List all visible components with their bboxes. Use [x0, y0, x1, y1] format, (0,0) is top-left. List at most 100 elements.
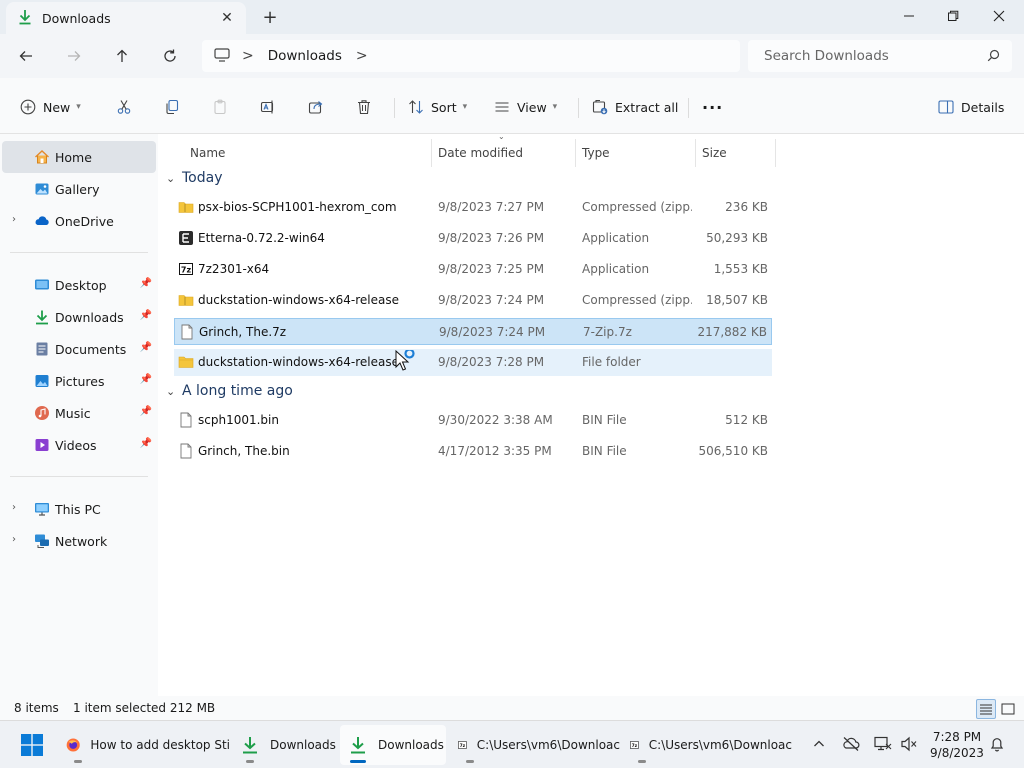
sidebar-item-this-pc[interactable]: › This PC — [2, 493, 156, 525]
group-header-today[interactable]: ⌄ Today — [166, 166, 223, 190]
column-header-type[interactable]: Type — [576, 139, 696, 167]
title-bar: Downloads ✕ + — [0, 0, 1024, 34]
etterna-app-icon — [178, 230, 194, 246]
sidebar-item-gallery[interactable]: Gallery — [2, 173, 156, 205]
new-tab-button[interactable]: + — [258, 6, 282, 28]
speaker-muted-icon — [901, 736, 917, 752]
pin-icon[interactable]: 📌 — [140, 278, 152, 289]
more-options-button[interactable]: ··· — [702, 94, 723, 120]
details-pane-button[interactable]: Details — [938, 94, 1004, 120]
chevron-right-icon[interactable]: › — [12, 534, 16, 545]
file-row[interactable]: Grinch, The.bin 4/17/2012 3:35 PM BIN Fi… — [174, 438, 772, 465]
sidebar-item-home[interactable]: Home — [2, 141, 156, 173]
file-size: 236 KB — [725, 200, 768, 214]
pin-icon[interactable]: 📌 — [140, 406, 152, 417]
forward-button[interactable] — [58, 42, 90, 70]
share-button[interactable] — [308, 94, 324, 120]
file-row[interactable]: 7z 7z2301-x64 9/8/2023 7:25 PM Applicati… — [174, 256, 772, 283]
sidebar-item-downloads[interactable]: Downloads 📌 — [2, 301, 156, 333]
details-pane-icon — [938, 100, 954, 114]
taskbar-7zip-2[interactable]: 7z C:\Users\vm6\Downloac — [624, 725, 792, 765]
file-name: Etterna-0.72.2-win64 — [198, 231, 325, 245]
file-row-selected[interactable]: Grinch, The.7z 9/8/2023 7:24 PM 7-Zip.7z… — [174, 318, 772, 345]
gallery-icon — [34, 181, 50, 197]
toolbar-divider — [578, 98, 579, 118]
sidebar-item-documents[interactable]: Documents 📌 — [2, 333, 156, 365]
sidebar-item-music[interactable]: Music 📌 — [2, 397, 156, 429]
breadcrumb-separator[interactable]: > — [242, 48, 254, 64]
taskbar-label: C:\Users\vm6\Downloac — [648, 738, 792, 752]
blank-file-icon — [178, 412, 194, 428]
group-header-long-ago[interactable]: ⌄ A long time ago — [166, 379, 293, 403]
pin-icon[interactable]: 📌 — [140, 374, 152, 385]
sidebar-item-desktop[interactable]: Desktop 📌 — [2, 269, 156, 301]
file-date: 9/30/2022 3:38 AM — [438, 413, 553, 427]
file-name: Grinch, The.7z — [199, 325, 287, 339]
file-row[interactable]: Etterna-0.72.2-win64 9/8/2023 7:26 PM Ap… — [174, 225, 772, 252]
search-input[interactable]: Search Downloads — [748, 40, 1012, 72]
sidebar-item-label: Desktop — [55, 277, 107, 293]
tray-volume[interactable] — [898, 733, 920, 755]
copy-button[interactable] — [164, 94, 180, 120]
taskbar-explorer-2[interactable]: Downloads — [340, 725, 446, 765]
new-button[interactable]: New ▾ — [20, 94, 81, 120]
cloud-off-icon — [843, 737, 860, 751]
breadcrumb-separator-end[interactable]: > — [356, 48, 368, 64]
pin-icon[interactable]: 📌 — [140, 310, 152, 321]
column-header-name[interactable]: Name — [184, 139, 432, 167]
file-row[interactable]: duckstation-windows-x64-release 9/8/2023… — [174, 287, 772, 314]
forward-arrow-icon — [68, 51, 81, 61]
sidebar-divider — [10, 252, 148, 253]
breadcrumb-downloads[interactable]: Downloads — [268, 48, 342, 64]
back-button[interactable] — [10, 42, 42, 70]
maximize-button[interactable] — [930, 0, 976, 32]
sort-button[interactable]: Sort ▾ — [408, 94, 467, 120]
pin-icon[interactable]: 📌 — [140, 342, 152, 353]
minimize-button[interactable] — [886, 0, 932, 32]
column-header-date[interactable]: Date modified — [432, 139, 576, 167]
column-label: Date modified — [438, 146, 524, 160]
file-row[interactable]: psx-bios-SCPH1001-hexrom_com 9/8/2023 7:… — [174, 194, 772, 221]
tray-onedrive-offline[interactable] — [840, 733, 862, 755]
tab-downloads[interactable]: Downloads ✕ — [6, 2, 246, 34]
toolbar-divider — [688, 98, 689, 118]
paste-button[interactable] — [212, 94, 228, 120]
taskbar-7zip-1[interactable]: 7z C:\Users\vm6\Downloac — [452, 725, 620, 765]
tray-network[interactable] — [872, 733, 894, 755]
taskbar-firefox[interactable]: How to add desktop Sti — [60, 725, 230, 765]
address-bar[interactable]: > Downloads > — [202, 40, 740, 72]
taskbar-explorer-1[interactable]: Downloads — [236, 725, 336, 765]
running-indicator — [466, 760, 474, 763]
chevron-right-icon[interactable]: › — [12, 502, 16, 513]
sidebar-item-pictures[interactable]: Pictures 📌 — [2, 365, 156, 397]
tray-overflow-button[interactable] — [808, 733, 830, 755]
refresh-button[interactable] — [154, 42, 186, 70]
extract-all-label: Extract all — [615, 99, 679, 115]
up-button[interactable] — [106, 42, 138, 70]
tab-close-button[interactable]: ✕ — [218, 9, 236, 27]
start-button[interactable] — [14, 725, 50, 765]
view-button[interactable]: View ▾ — [494, 94, 557, 120]
system-clock[interactable]: 7:28 PM 9/8/2023 — [924, 729, 990, 761]
back-arrow-icon — [19, 51, 32, 61]
notifications-button[interactable] — [986, 733, 1008, 755]
sidebar-item-label: Home — [55, 149, 92, 165]
sidebar-item-onedrive[interactable]: › OneDrive — [2, 205, 156, 237]
column-header-size[interactable]: Size — [696, 139, 776, 167]
pin-icon[interactable]: 📌 — [140, 438, 152, 449]
extract-all-button[interactable]: Extract all — [592, 94, 678, 120]
delete-button[interactable] — [356, 94, 372, 120]
tiles-view-button[interactable] — [998, 699, 1018, 719]
file-row[interactable]: scph1001.bin 9/30/2022 3:38 AM BIN File … — [174, 407, 772, 434]
file-size: 1,553 KB — [713, 262, 768, 276]
sidebar-item-network[interactable]: › Network — [2, 525, 156, 557]
details-view-button[interactable] — [976, 699, 996, 719]
sidebar-item-videos[interactable]: Videos 📌 — [2, 429, 156, 461]
file-row-hover[interactable]: duckstation-windows-x64-release 9/8/2023… — [174, 349, 772, 376]
extract-icon — [592, 99, 608, 115]
close-window-button[interactable] — [976, 0, 1022, 32]
chevron-right-icon[interactable]: › — [12, 214, 16, 225]
cut-button[interactable] — [116, 94, 132, 120]
folder-icon — [178, 354, 194, 370]
rename-button[interactable] — [260, 94, 276, 120]
